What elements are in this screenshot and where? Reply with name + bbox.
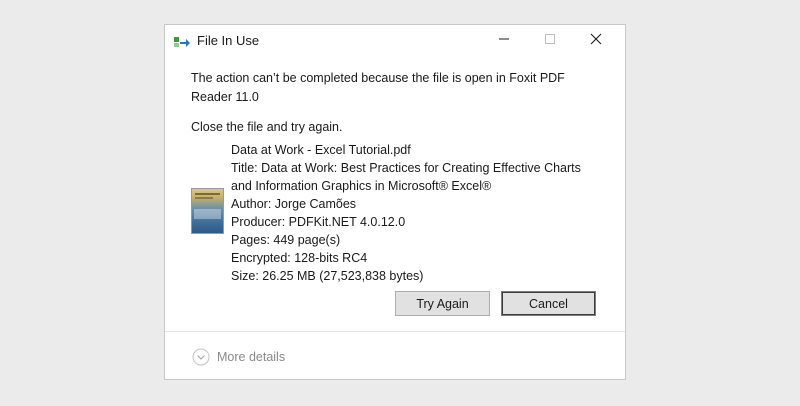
file-in-use-icon (174, 35, 190, 47)
file-details: Data at Work - Excel Tutorial.pdf Title:… (231, 141, 611, 285)
minimize-button[interactable] (481, 25, 527, 57)
title-bar[interactable]: File In Use (165, 25, 625, 57)
maximize-button[interactable] (527, 25, 573, 57)
instruction-text: Close the file and try again. (191, 120, 343, 134)
file-name: Data at Work - Excel Tutorial.pdf (231, 143, 411, 157)
close-icon (590, 32, 602, 50)
file-producer: Producer: PDFKit.NET 4.0.12.0 (231, 215, 406, 229)
try-again-button[interactable]: Try Again (395, 291, 490, 316)
window-title: File In Use (197, 33, 260, 48)
more-details-link[interactable]: More details (217, 350, 285, 364)
chevron-down-circle-icon[interactable] (192, 348, 210, 366)
file-size: Size: 26.25 MB (27,523,838 bytes) (231, 269, 424, 283)
minimize-icon (498, 32, 510, 50)
file-pages: Pages: 449 page(s) (231, 233, 341, 247)
file-title-line: Title: Data at Work: Best Practices for … (231, 159, 601, 195)
cancel-button[interactable]: Cancel (501, 291, 596, 316)
footer: More details (165, 332, 625, 379)
file-author: Author: Jorge Camões (231, 197, 357, 211)
error-message: The action can’t be completed because th… (191, 71, 565, 104)
file-title: Title: Data at Work: Best Practices for … (231, 161, 581, 193)
maximize-icon (544, 32, 556, 50)
file-encrypted: Encrypted: 128-bits RC4 (231, 251, 368, 265)
pdf-thumbnail-icon (191, 188, 224, 234)
file-in-use-dialog: File In Use The action can’t be complete… (164, 24, 626, 380)
close-button[interactable] (573, 25, 619, 57)
